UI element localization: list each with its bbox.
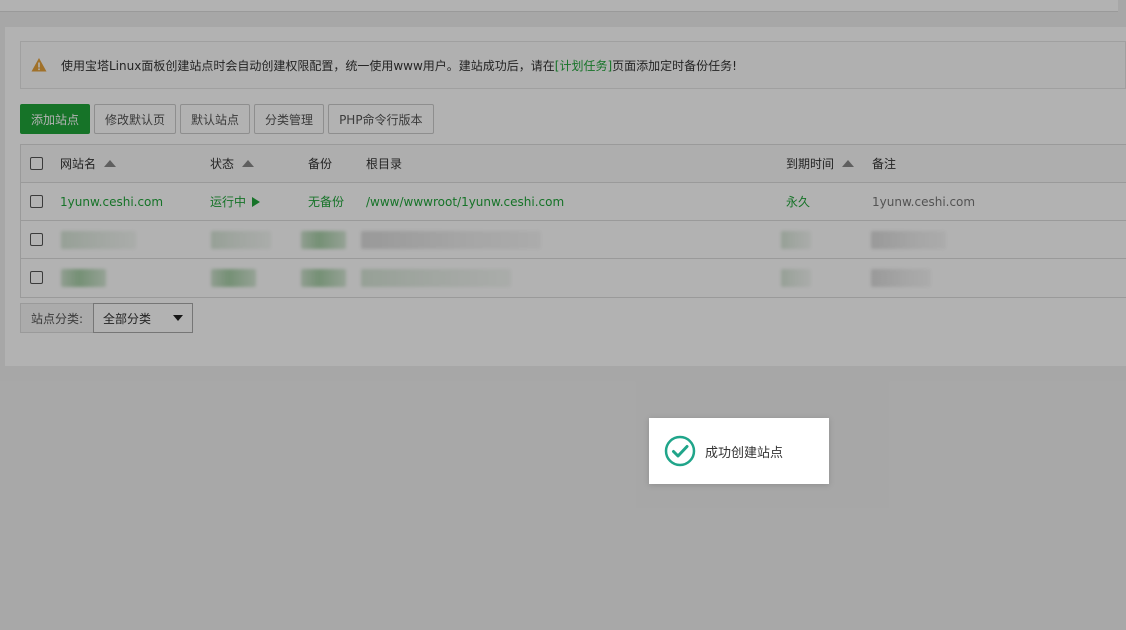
toast-message: 成功创建站点 xyxy=(705,445,784,461)
success-toast: 成功创建站点 xyxy=(649,418,829,484)
modal-overlay xyxy=(0,0,1126,630)
check-circle-icon xyxy=(664,435,696,467)
